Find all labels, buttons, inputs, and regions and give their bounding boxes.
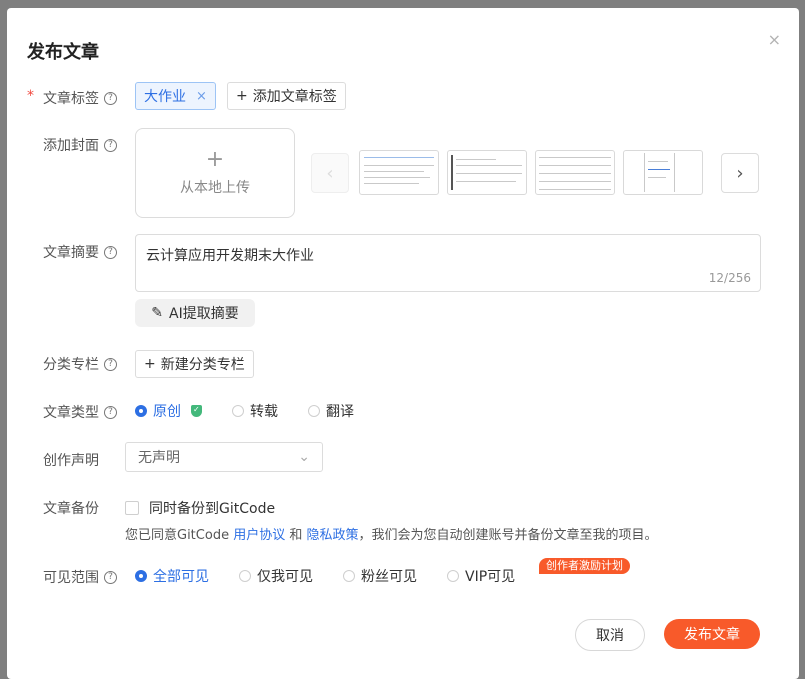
radio-dot: [343, 570, 355, 582]
radio-dot: [232, 405, 244, 417]
prev-thumbnails-button[interactable]: ‹: [311, 153, 349, 193]
article-type-radio-group: 原创 转载 翻译: [135, 401, 384, 421]
help-icon[interactable]: ?: [104, 357, 117, 371]
summary-value: 云计算应用开发期末大作业: [146, 248, 314, 264]
backup-gitcode-checkbox[interactable]: 同时备份到GitCode: [125, 498, 275, 518]
tag-label: 大作业: [144, 89, 186, 105]
radio-translation[interactable]: 翻译: [308, 401, 354, 421]
radio-dot: [239, 570, 251, 582]
privacy-policy-link[interactable]: 隐私政策: [306, 528, 358, 543]
cover-thumbnail[interactable]: [359, 150, 439, 195]
dialog-title: 发布文章: [27, 42, 99, 63]
help-icon[interactable]: ?: [104, 405, 117, 419]
creator-incentive-badge[interactable]: 创作者激励计划: [539, 558, 630, 574]
cover-thumbnail[interactable]: [623, 150, 703, 195]
radio-dot: [308, 405, 320, 417]
summary-label: 文章摘要 ?: [43, 242, 117, 262]
ai-summary-button[interactable]: ✎ AI提取摘要: [135, 299, 255, 327]
close-icon[interactable]: ×: [768, 30, 781, 49]
summary-char-count: 12/256: [708, 271, 751, 285]
next-thumbnails-button[interactable]: ›: [721, 153, 759, 193]
upload-cover-button[interactable]: + 从本地上传: [135, 128, 295, 218]
cover-thumbnail[interactable]: [535, 150, 615, 195]
radio-fans[interactable]: 粉丝可见: [343, 566, 417, 586]
radio-dot: [135, 405, 147, 417]
help-icon[interactable]: ?: [104, 245, 117, 259]
statement-label: 创作声明: [43, 453, 99, 469]
summary-textarea[interactable]: 云计算应用开发期末大作业 12/256: [135, 234, 761, 292]
cancel-button[interactable]: 取消: [575, 619, 645, 651]
radio-repost[interactable]: 转载: [232, 401, 278, 421]
new-column-button[interactable]: + 新建分类专栏: [135, 350, 254, 378]
help-icon[interactable]: ?: [104, 91, 117, 105]
plus-icon: +: [236, 88, 248, 104]
shield-check-icon: [191, 405, 202, 417]
radio-all-visible[interactable]: 全部可见: [135, 566, 209, 586]
radio-vip[interactable]: VIP可见: [447, 566, 515, 586]
backup-note: 您已同意GitCode 用户协议 和 隐私政策，我们会为您自动创建账号并备份文章…: [125, 528, 658, 543]
backup-checkbox-row: 同时备份到GitCode: [125, 498, 305, 518]
chevron-right-icon: ›: [736, 162, 744, 184]
backup-label: 文章备份: [43, 501, 99, 517]
help-icon[interactable]: ?: [104, 570, 117, 584]
plus-icon: +: [144, 356, 156, 372]
radio-original[interactable]: 原创: [135, 401, 202, 421]
chevron-down-icon: ⌄: [298, 449, 310, 465]
visibility-radio-group: 全部可见 仅我可见 粉丝可见 VIP可见: [135, 566, 545, 586]
magic-wand-icon: ✎: [151, 305, 163, 321]
cover-thumbnail[interactable]: [447, 150, 527, 195]
help-icon[interactable]: ?: [104, 138, 117, 152]
remove-tag-icon[interactable]: ×: [196, 89, 207, 104]
publish-dialog: 发布文章 × * 文章标签 ? 大作业 × + 添加文章标签 添加封面 ? + …: [7, 8, 799, 679]
checkbox-box: [125, 501, 139, 515]
add-tag-button[interactable]: + 添加文章标签: [227, 82, 346, 110]
cover-label: 添加封面 ?: [43, 135, 117, 155]
radio-dot: [135, 570, 147, 582]
tag-chip[interactable]: 大作业 ×: [135, 82, 216, 110]
required-marker: *: [27, 88, 34, 104]
statement-select[interactable]: 无声明 ⌄: [125, 442, 323, 472]
column-label: 分类专栏 ?: [43, 354, 117, 374]
article-type-label: 文章类型 ?: [43, 402, 117, 422]
plus-icon: +: [205, 147, 225, 172]
user-agreement-link[interactable]: 用户协议: [233, 528, 285, 543]
publish-button[interactable]: 发布文章: [664, 619, 760, 649]
tags-label: 文章标签 ?: [43, 88, 117, 108]
radio-dot: [447, 570, 459, 582]
radio-only-me[interactable]: 仅我可见: [239, 566, 313, 586]
visibility-label: 可见范围 ?: [43, 567, 117, 587]
